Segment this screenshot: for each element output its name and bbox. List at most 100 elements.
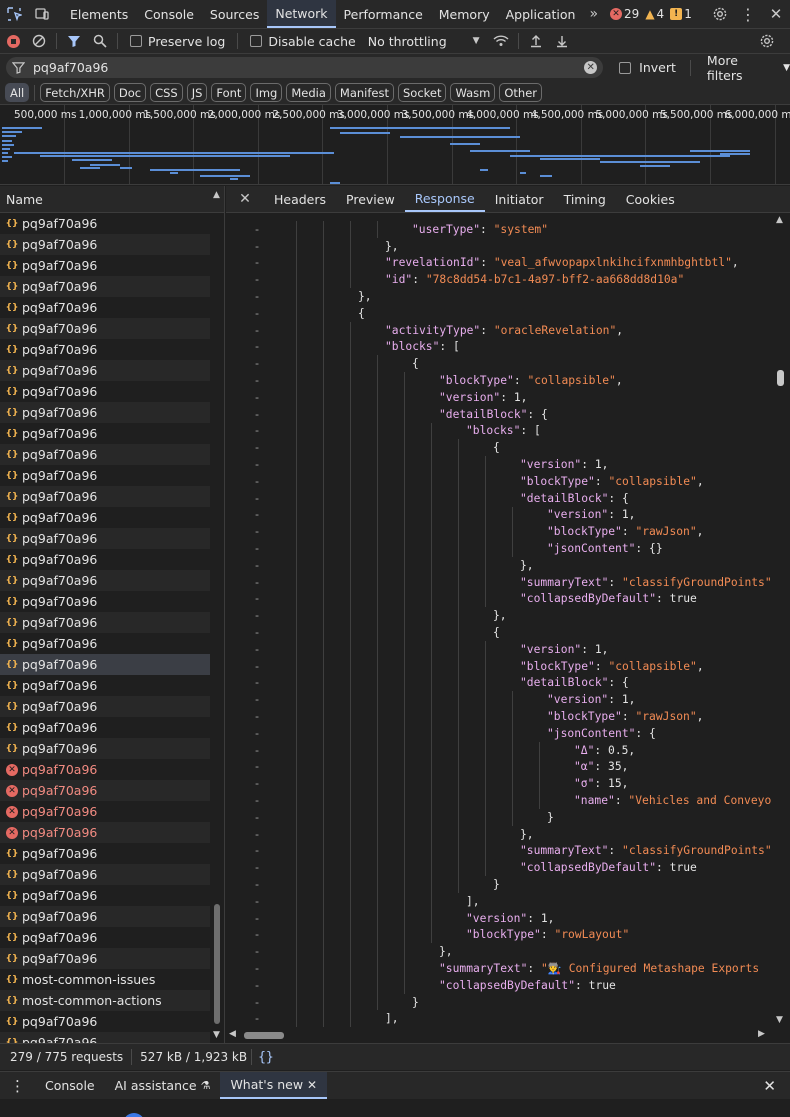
collapse-gutter-marker[interactable]: - — [226, 626, 288, 639]
tab-sources[interactable]: Sources — [202, 0, 267, 28]
tab-network[interactable]: Network — [267, 0, 336, 28]
more-options-icon[interactable]: ⋮ — [734, 5, 762, 24]
detail-tab-timing[interactable]: Timing — [554, 186, 616, 212]
request-row[interactable]: {} pq9af70a96 — [0, 612, 210, 633]
preserve-log-checkbox[interactable]: Preserve log — [130, 34, 225, 49]
request-row[interactable]: {} pq9af70a96 — [0, 1032, 210, 1043]
collapse-gutter-marker[interactable]: - — [226, 794, 288, 807]
collapse-gutter-marker[interactable]: - — [226, 391, 288, 404]
request-row[interactable]: {} pq9af70a96 — [0, 570, 210, 591]
request-row[interactable]: {} pq9af70a96 — [0, 444, 210, 465]
more-filters-dropdown[interactable]: More filters ▼ — [707, 53, 790, 83]
issues-counter[interactable]: ✕ 29 ▲ 4 ! 1 — [610, 0, 692, 28]
collapse-gutter-marker[interactable]: - — [226, 878, 288, 891]
tab-elements[interactable]: Elements — [62, 0, 136, 28]
type-filter-socket[interactable]: Socket — [397, 83, 447, 102]
collapse-gutter-marker[interactable]: - — [226, 609, 288, 622]
clear-log-icon[interactable] — [26, 29, 52, 53]
scroll-right-arrow-icon[interactable]: ▶ — [758, 1029, 765, 1039]
collapse-gutter-marker[interactable]: - — [226, 760, 288, 773]
type-filter-font[interactable]: Font — [211, 83, 247, 102]
tab-console[interactable]: Console — [136, 0, 202, 28]
collapse-gutter-marker[interactable]: - — [226, 441, 288, 454]
inspect-element-icon[interactable] — [0, 0, 28, 28]
request-row[interactable]: {} pq9af70a96 — [0, 339, 210, 360]
drawer-menu-icon[interactable]: ⋮ — [0, 1072, 35, 1099]
request-row[interactable]: {} pq9af70a96 — [0, 234, 210, 255]
close-detail-icon[interactable]: ✕ — [226, 186, 264, 212]
collapse-gutter-marker[interactable]: - — [226, 710, 288, 723]
request-row[interactable]: ✕ pq9af70a96 — [0, 801, 210, 822]
request-row[interactable]: {} pq9af70a96 — [0, 507, 210, 528]
collapse-gutter-marker[interactable]: - — [226, 643, 288, 656]
collapse-gutter-marker[interactable]: - — [226, 1012, 288, 1025]
collapse-gutter-marker[interactable]: - — [226, 525, 288, 538]
collapse-gutter-marker[interactable]: - — [226, 458, 288, 471]
close-drawer-icon[interactable]: ✕ — [749, 1072, 790, 1099]
detail-tab-initiator[interactable]: Initiator — [485, 186, 554, 212]
request-row[interactable]: {} pq9af70a96 — [0, 213, 210, 234]
request-row[interactable]: {} pq9af70a96 — [0, 1011, 210, 1032]
request-row[interactable]: {} most-common-actions — [0, 990, 210, 1011]
collapse-gutter-marker[interactable]: - — [226, 256, 288, 269]
collapse-gutter-marker[interactable]: - — [226, 727, 288, 740]
request-row[interactable]: {} pq9af70a96 — [0, 486, 210, 507]
request-row[interactable]: {} pq9af70a96 — [0, 696, 210, 717]
filter-input[interactable]: pq9af70a96 ✕ — [6, 57, 604, 78]
collapse-gutter-marker[interactable]: - — [226, 324, 288, 337]
disable-cache-checkbox[interactable]: Disable cache — [250, 34, 356, 49]
export-har-icon[interactable] — [549, 29, 575, 53]
request-row[interactable]: {} pq9af70a96 — [0, 255, 210, 276]
request-row[interactable]: {} pq9af70a96 — [0, 906, 210, 927]
request-row[interactable]: {} pq9af70a96 — [0, 864, 210, 885]
collapse-gutter-marker[interactable]: - — [226, 340, 288, 353]
request-row[interactable]: ✕ pq9af70a96 — [0, 780, 210, 801]
network-settings-gear-icon[interactable] — [754, 29, 780, 53]
invert-checkbox[interactable]: Invert — [619, 60, 676, 75]
type-filter-css[interactable]: CSS — [150, 83, 183, 102]
pretty-print-icon[interactable]: {} — [258, 1050, 274, 1065]
request-row[interactable]: {} pq9af70a96 — [0, 297, 210, 318]
request-row[interactable]: ✕ pq9af70a96 — [0, 759, 210, 780]
request-list-scrollbar[interactable]: ▲ ▼ — [212, 186, 224, 1043]
detail-tab-cookies[interactable]: Cookies — [616, 186, 685, 212]
request-row[interactable]: {} pq9af70a96 — [0, 927, 210, 948]
request-row[interactable]: ✕ pq9af70a96 — [0, 822, 210, 843]
collapse-gutter-marker[interactable]: - — [226, 895, 288, 908]
collapse-gutter-marker[interactable]: - — [226, 273, 288, 286]
request-row[interactable]: {} pq9af70a96 — [0, 717, 210, 738]
collapse-gutter-marker[interactable]: - — [226, 508, 288, 521]
detail-tab-preview[interactable]: Preview — [336, 186, 405, 212]
request-row[interactable]: {} pq9af70a96 — [0, 318, 210, 339]
close-tab-icon[interactable]: ✕ — [307, 1078, 317, 1092]
request-row[interactable]: {} pq9af70a96 — [0, 528, 210, 549]
collapse-gutter-marker[interactable]: - — [226, 592, 288, 605]
request-row[interactable]: {} pq9af70a96 — [0, 423, 210, 444]
collapse-gutter-marker[interactable]: - — [226, 945, 288, 958]
scroll-left-arrow-icon[interactable]: ◀ — [229, 1029, 236, 1039]
detail-tab-response[interactable]: Response — [404, 186, 485, 212]
collapse-gutter-marker[interactable]: - — [226, 828, 288, 841]
settings-gear-icon[interactable] — [706, 6, 734, 22]
scrollbar-thumb[interactable] — [214, 904, 220, 1024]
search-icon[interactable] — [87, 29, 113, 53]
network-overview-timeline[interactable]: 500,000 ms 1,000,000 ms 1,500,000 ms 2,000,… — [0, 105, 790, 185]
collapse-gutter-marker[interactable]: - — [226, 996, 288, 1009]
scroll-down-arrow-icon[interactable]: ▼ — [213, 1030, 220, 1040]
tab-memory[interactable]: Memory — [431, 0, 498, 28]
request-row[interactable]: {} pq9af70a96 — [0, 381, 210, 402]
collapse-gutter-marker[interactable]: - — [226, 811, 288, 824]
scrollbar-thumb[interactable] — [244, 1032, 284, 1039]
collapse-gutter-marker[interactable]: - — [226, 475, 288, 488]
request-row[interactable]: {} pq9af70a96 — [0, 591, 210, 612]
collapse-gutter-marker[interactable]: - — [226, 844, 288, 857]
filter-icon[interactable] — [61, 29, 87, 53]
name-column-header[interactable]: Name — [0, 186, 224, 213]
collapse-gutter-marker[interactable]: - — [226, 861, 288, 874]
drawer-tab-console[interactable]: Console — [35, 1072, 105, 1099]
collapse-gutter-marker[interactable]: - — [226, 962, 288, 975]
collapse-gutter-marker[interactable]: - — [226, 979, 288, 992]
collapse-gutter-marker[interactable]: - — [226, 559, 288, 572]
scroll-down-arrow-icon[interactable]: ▼ — [776, 1015, 783, 1025]
request-row[interactable]: {} pq9af70a96 — [0, 465, 210, 486]
